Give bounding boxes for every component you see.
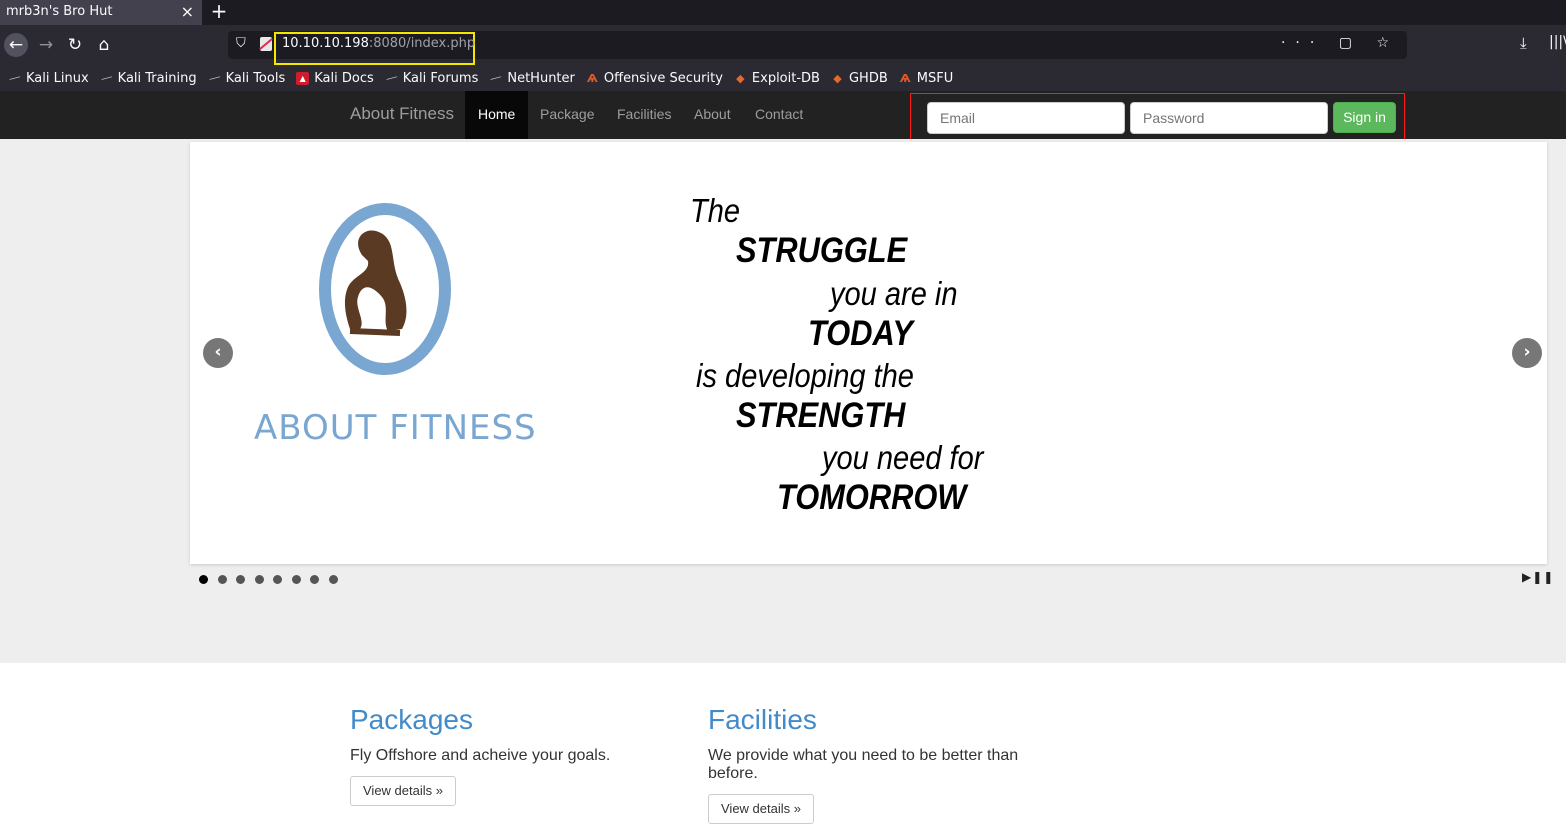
exploit-db-icon: ◆ [736, 71, 745, 85]
forward-arrow-icon[interactable]: → [34, 33, 58, 57]
facilities-heading: Facilities [708, 704, 817, 735]
bookmark-kali-tools[interactable]: ⟋ Kali Tools [207, 70, 285, 86]
carousel-dot[interactable] [236, 575, 245, 584]
url-path: :8080/index.php [368, 36, 476, 51]
bookmark-kali-training[interactable]: ⟋ Kali Training [99, 70, 196, 86]
nav-contact[interactable]: Contact [742, 91, 816, 139]
packages-view-details-button[interactable]: View details » [350, 776, 456, 806]
facilities-text: We provide what you need to be better th… [708, 747, 1019, 782]
bookmark-msfu[interactable]: Ѧ MSFU [899, 71, 953, 86]
kali-docs-icon: ▲ [296, 71, 310, 85]
browser-tab[interactable]: mrb3n's Bro Hut × [0, 0, 202, 25]
new-tab-icon[interactable]: + [208, 0, 230, 23]
carousel-dot[interactable] [328, 575, 338, 584]
quote-line: TODAY [808, 314, 913, 353]
bookmark-exploit-db[interactable]: ◆ Exploit-DB [734, 71, 820, 86]
tracking-shield-icon[interactable]: ⛉ [236, 36, 246, 51]
carousel-dot[interactable] [291, 575, 301, 584]
kali-dragon-icon: ⟋ [207, 70, 221, 86]
nav-facilities[interactable]: Facilities [604, 91, 684, 139]
offsec-icon: Ѧ [586, 71, 598, 85]
carousel-dot[interactable] [254, 575, 264, 584]
quote-line: The [690, 192, 741, 229]
logo-text: ABOUT FITNESS [254, 408, 537, 448]
carousel-prev-icon[interactable]: ‹ [203, 338, 233, 368]
page-actions-icons[interactable]: ··· ▢ ☆ [1281, 35, 1399, 51]
quote-line: STRENGTH [736, 396, 906, 435]
carousel-dot[interactable] [199, 575, 208, 584]
quote-line: is developing the [696, 357, 914, 394]
carousel-dot[interactable] [310, 575, 319, 584]
facilities-view-details-button[interactable]: View details » [708, 794, 814, 824]
kali-dragon-icon: ⟋ [7, 70, 22, 86]
download-icon[interactable]: ⤓ [1520, 34, 1527, 52]
quote-line: you are in [830, 275, 958, 312]
kali-dragon-icon: ⟋ [384, 70, 399, 86]
kali-dragon-icon: ⟋ [99, 70, 114, 86]
reload-icon[interactable]: ↻ [63, 33, 87, 57]
carousel-dot[interactable] [217, 575, 227, 584]
close-tab-icon[interactable]: × [181, 0, 194, 24]
url-bar[interactable]: ⛉ 10.10.10.198:8080/index.php ··· ▢ ☆ [228, 31, 1407, 65]
bookmark-kali-docs[interactable]: ▲ Kali Docs [296, 71, 374, 86]
fitness-logo-icon [319, 203, 451, 375]
carousel-indicators [199, 575, 347, 584]
nav-package[interactable]: Package [527, 91, 607, 139]
nav-about[interactable]: About [681, 91, 744, 139]
carousel-dot[interactable] [273, 575, 282, 584]
browser-toolbar: ← → ↻ ⌂ ⛉ 10.10.10.198:8080/index.php ··… [0, 25, 1566, 65]
carousel-next-icon[interactable]: › [1512, 338, 1542, 368]
url-host: 10.10.10.198 [282, 36, 369, 51]
email-input[interactable] [927, 102, 1125, 134]
bookmarks-toolbar: ⟋ Kali Linux ⟋ Kali Training ⟋ Kali Tools ▲… [0, 65, 1566, 91]
bookmark-offensive-security[interactable]: Ѧ Offensive Security [586, 71, 723, 86]
exploit-db-icon: ◆ [833, 71, 842, 85]
offsec-icon: Ѧ [899, 71, 911, 85]
site-navbar: About Fitness Home Package Facilities Ab… [0, 91, 1566, 150]
packages-heading: Packages [350, 704, 473, 735]
password-input[interactable] [1130, 102, 1328, 134]
bookmark-nethunter[interactable]: ⟋ NetHunter [488, 70, 575, 86]
library-icon[interactable]: |||\ [1549, 34, 1566, 50]
browser-tab-bar: mrb3n's Bro Hut × + [0, 0, 1566, 25]
home-icon[interactable]: ⌂ [92, 33, 116, 57]
quote-line: STRUGGLE [736, 231, 908, 270]
bookmark-kali-forums[interactable]: ⟋ Kali Forums [384, 70, 478, 86]
insecure-lock-icon[interactable] [260, 37, 272, 51]
play-pause-icon[interactable]: ▶❚❚ [1522, 570, 1554, 584]
back-arrow-icon[interactable]: ← [4, 33, 28, 57]
signin-button[interactable]: Sign in [1333, 102, 1396, 133]
quote-line: TOMORROW [777, 478, 967, 517]
tab-title: mrb3n's Bro Hut [6, 4, 113, 19]
url-text[interactable]: 10.10.10.198:8080/index.php [282, 36, 475, 51]
carousel: ABOUT FITNESS The STRUGGLE you are in TO… [0, 139, 1566, 663]
bookmark-kali-linux[interactable]: ⟋ Kali Linux [7, 70, 89, 86]
kali-dragon-icon: ⟋ [488, 70, 503, 86]
facilities-section: Facilities We provide what you need to b… [708, 703, 1038, 824]
carousel-slide: ABOUT FITNESS The STRUGGLE you are in TO… [190, 142, 1547, 564]
site-brand[interactable]: About Fitness [350, 91, 454, 139]
bookmark-ghdb[interactable]: ◆ GHDB [831, 71, 888, 86]
packages-text: Fly Offshore and acheive your goals. [350, 747, 611, 764]
packages-section: Packages Fly Offshore and acheive your g… [350, 703, 650, 806]
nav-home[interactable]: Home [465, 91, 529, 139]
quote-line: you need for [822, 439, 984, 476]
